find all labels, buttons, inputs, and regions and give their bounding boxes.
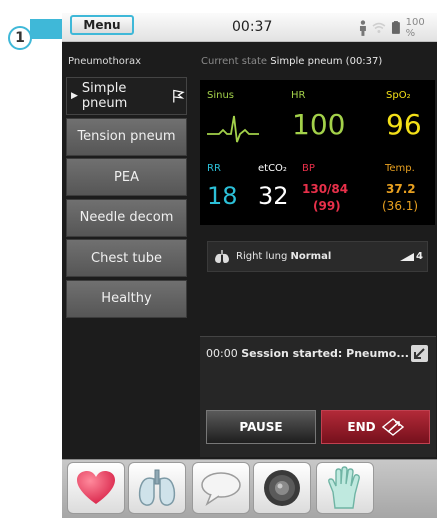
tool-heart[interactable] bbox=[67, 462, 125, 514]
menu-button[interactable]: Menu bbox=[70, 15, 134, 35]
caret-right-icon: ▶ bbox=[71, 91, 78, 101]
end-session-icon bbox=[381, 418, 404, 436]
flag-icon bbox=[173, 89, 185, 103]
ecg-waveform-icon bbox=[207, 115, 259, 143]
current-state: Current state Simple pneum (00:37) bbox=[201, 56, 382, 67]
lung-sound-bar[interactable]: Right lung Normal 4 bbox=[207, 241, 428, 272]
glove-icon bbox=[328, 466, 360, 509]
lung-sound-text: Right lung Normal bbox=[236, 251, 331, 262]
volume-wedge-icon bbox=[400, 252, 415, 261]
rr-value: 18 bbox=[207, 182, 238, 210]
hr-value: 100 bbox=[292, 108, 346, 141]
state-healthy[interactable]: Healthy bbox=[66, 279, 187, 318]
current-state-label: Current state bbox=[201, 56, 268, 67]
spo2-value: 96 bbox=[386, 108, 422, 141]
callout-number: 1 bbox=[8, 26, 32, 50]
state-needle-decom[interactable]: Needle decom bbox=[66, 198, 187, 237]
etco2-value: 32 bbox=[258, 182, 289, 210]
speech-bubble-icon bbox=[201, 472, 241, 506]
wifi-icon bbox=[372, 22, 386, 33]
tool-glove[interactable] bbox=[316, 462, 374, 514]
tool-speech[interactable] bbox=[192, 462, 250, 514]
log-time: 00:00 bbox=[206, 347, 238, 360]
state-label: Simple pneum bbox=[81, 81, 128, 111]
heart-icon bbox=[77, 471, 115, 504]
battery-percent: 100 % bbox=[405, 17, 425, 39]
bp-value: 130/84 bbox=[302, 182, 349, 196]
lungs-icon bbox=[215, 249, 229, 263]
current-state-value: Simple pneum (00:37) bbox=[270, 56, 383, 67]
battery-icon bbox=[391, 21, 400, 34]
bp-label: BP bbox=[302, 163, 315, 174]
lung-volume: 4 bbox=[400, 251, 423, 262]
lungs-icon bbox=[138, 469, 176, 506]
state-pea[interactable]: PEA bbox=[66, 158, 187, 196]
tool-lungs[interactable] bbox=[128, 462, 186, 514]
state-tension-pneum[interactable]: Tension pneum bbox=[66, 117, 187, 156]
log-message: Session started: Pneumo... bbox=[241, 347, 409, 360]
end-label: END bbox=[347, 420, 376, 434]
status-icons: 100 % bbox=[358, 17, 437, 39]
lung-volume-level: 4 bbox=[416, 251, 423, 262]
speaker-icon bbox=[264, 470, 300, 506]
state-list: ▶ Simple pneum Tension pneum PEA Needle … bbox=[66, 77, 187, 320]
lung-sound: Normal bbox=[290, 251, 332, 262]
hr-label: HR bbox=[291, 90, 306, 101]
log-entry: 00:00 Session started: Pneumo... bbox=[206, 347, 409, 360]
person-icon bbox=[359, 20, 366, 36]
case-title: Pneumothorax bbox=[68, 56, 142, 67]
end-button[interactable]: END bbox=[321, 410, 430, 444]
temp-label: Temp. bbox=[385, 163, 415, 174]
bp-mean: (99) bbox=[313, 199, 341, 213]
temp-secondary: (36.1) bbox=[382, 199, 419, 213]
etco2-label: etCO₂ bbox=[258, 163, 287, 174]
rr-label: RR bbox=[207, 163, 221, 174]
state-simple-pneum[interactable]: ▶ Simple pneum bbox=[66, 77, 187, 115]
temp-value: 37.2 bbox=[386, 182, 416, 196]
tool-speaker[interactable] bbox=[253, 462, 311, 514]
expand-icon[interactable] bbox=[411, 345, 428, 362]
state-chest-tube[interactable]: Chest tube bbox=[66, 239, 187, 277]
pause-button[interactable]: PAUSE bbox=[206, 410, 316, 444]
lung-side: Right lung bbox=[236, 251, 288, 262]
spo2-label: SpO₂ bbox=[386, 90, 411, 101]
rhythm-label: Sinus bbox=[207, 90, 235, 101]
clock: 00:37 bbox=[232, 19, 273, 35]
